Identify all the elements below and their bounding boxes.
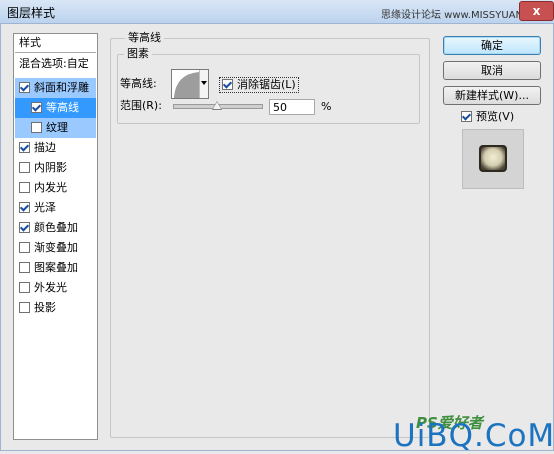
range-slider-thumb[interactable] (212, 101, 222, 110)
preview-thumbnail (462, 129, 524, 189)
checkbox-icon[interactable] (31, 101, 42, 113)
cancel-button[interactable]: 取消 (443, 61, 541, 80)
style-item-label: 颜色叠加 (34, 221, 78, 234)
style-item-stroke[interactable]: 描边 (15, 138, 96, 158)
checkbox-icon[interactable] (19, 81, 30, 93)
checkbox-icon[interactable] (222, 78, 233, 90)
checkbox-icon[interactable] (19, 301, 30, 313)
style-item-label: 外发光 (34, 281, 67, 294)
watermark-logo: UiBQ.CoM (393, 418, 554, 454)
contour-group-title: 等高线 (125, 31, 164, 44)
antialias-checkbox[interactable]: 消除锯齿(L) (219, 77, 299, 93)
blend-options-label: 混合选项:自定 (19, 57, 89, 70)
style-item-texture[interactable]: 纹理 (15, 118, 96, 138)
elements-group-title: 图素 (124, 47, 152, 60)
style-item-contour[interactable]: 等高线 (15, 98, 96, 118)
chevron-down-icon (201, 81, 207, 85)
style-item-label: 光泽 (34, 201, 56, 214)
preview-swatch-icon (479, 145, 507, 172)
contour-label: 等高线: (120, 77, 157, 90)
style-item-label: 等高线 (46, 101, 79, 114)
window-title: 图层样式 (7, 6, 56, 20)
style-list: 样式 混合选项:自定 斜面和浮雕 等高线 纹理 描边 内阴影 内发光 光泽 颜色… (13, 33, 98, 440)
checkbox-icon[interactable] (19, 261, 30, 273)
new-style-button[interactable]: 新建样式(W)... (443, 86, 541, 105)
contour-curve-icon (174, 72, 199, 98)
title-bar: 图层样式 思缘设计论坛 www.MISSYUAN.COM x (0, 0, 554, 24)
preview-label: 预览(V) (476, 110, 515, 123)
checkbox-icon[interactable] (19, 221, 30, 233)
checkbox-icon[interactable] (19, 141, 30, 153)
preview-checkbox[interactable]: 预览(V) (461, 110, 514, 124)
style-item-inner-glow[interactable]: 内发光 (15, 178, 96, 198)
divider (15, 52, 96, 53)
style-item-label: 斜面和浮雕 (34, 81, 89, 94)
style-list-header[interactable]: 样式 (15, 35, 96, 51)
contour-dropdown-button[interactable] (199, 70, 208, 98)
contour-picker[interactable] (171, 69, 209, 99)
style-item-gradient-overlay[interactable]: 渐变叠加 (15, 238, 96, 258)
style-item-color-overlay[interactable]: 颜色叠加 (15, 218, 96, 238)
range-unit: % (321, 100, 332, 113)
checkbox-icon[interactable] (31, 121, 42, 133)
style-item-label: 投影 (34, 301, 56, 314)
style-item-pattern-overlay[interactable]: 图案叠加 (15, 258, 96, 278)
style-item-outer-glow[interactable]: 外发光 (15, 278, 96, 298)
checkbox-icon[interactable] (19, 161, 30, 173)
blend-options-item[interactable]: 混合选项:自定 (15, 54, 96, 74)
style-item-satin[interactable]: 光泽 (15, 198, 96, 218)
range-label: 范围(R): (120, 99, 162, 112)
style-item-label: 渐变叠加 (34, 241, 78, 254)
checkbox-icon[interactable] (19, 201, 30, 213)
style-item-label: 纹理 (46, 121, 68, 134)
style-item-label: 图案叠加 (34, 261, 78, 274)
checkbox-icon[interactable] (19, 181, 30, 193)
style-item-label: 内发光 (34, 181, 67, 194)
close-button[interactable]: x (519, 1, 554, 21)
checkbox-icon[interactable] (461, 110, 472, 122)
checkbox-icon[interactable] (19, 241, 30, 253)
checkbox-icon[interactable] (19, 281, 30, 293)
style-item-drop-shadow[interactable]: 投影 (15, 298, 96, 318)
style-item-label: 描边 (34, 141, 56, 154)
ok-button[interactable]: 确定 (443, 36, 541, 55)
antialias-label: 消除锯齿(L) (237, 78, 296, 91)
style-item-bevel-emboss[interactable]: 斜面和浮雕 (15, 78, 96, 98)
style-item-inner-shadow[interactable]: 内阴影 (15, 158, 96, 178)
range-input[interactable]: 50 (269, 99, 315, 115)
style-item-label: 内阴影 (34, 161, 67, 174)
